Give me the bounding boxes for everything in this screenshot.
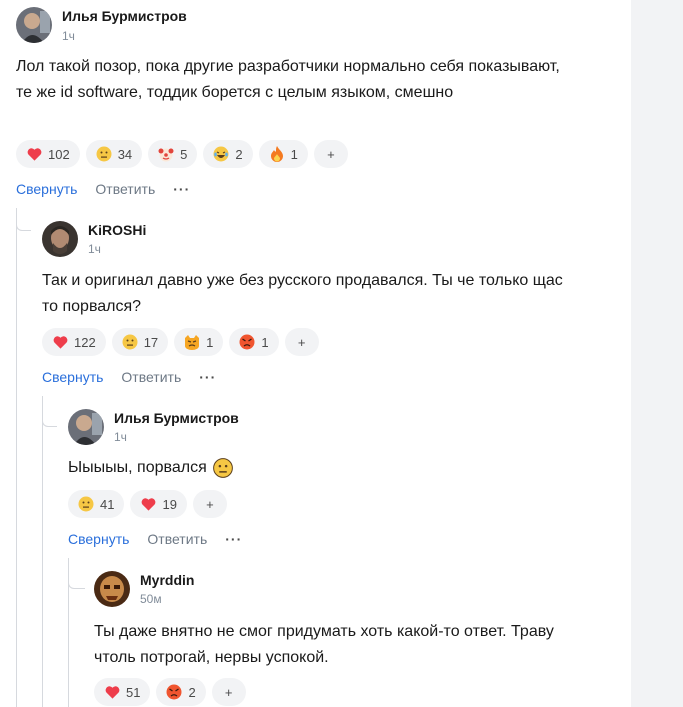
comment-time[interactable]: 50м [140, 592, 162, 606]
heart-icon [104, 684, 120, 700]
angry-face-icon [166, 684, 182, 700]
reaction-heart[interactable]: 51 [94, 678, 151, 706]
comment-text: Ты даже внятно не смог придумать хоть ка… [94, 623, 554, 666]
right-sidebar-background [631, 0, 683, 707]
avatar[interactable] [94, 571, 130, 607]
reaction-count: 51 [126, 684, 141, 700]
reactions-bar: 51 2 + [94, 678, 246, 706]
reaction-count: 2 [188, 684, 196, 700]
comment: Myrddin 50м Ты даже внятно не смог приду… [0, 0, 631, 707]
reaction-angry[interactable]: 2 [156, 678, 206, 706]
add-reaction-button[interactable]: + [211, 678, 246, 706]
comment-author[interactable]: Myrddin [140, 572, 194, 588]
